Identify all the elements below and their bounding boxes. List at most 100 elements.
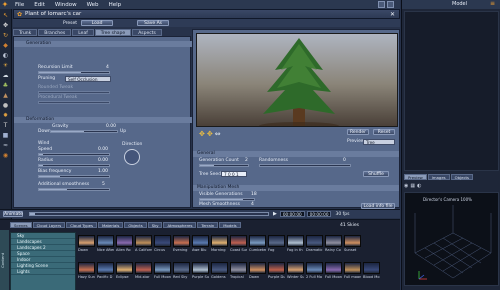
sky-thumbnail[interactable] — [116, 235, 133, 247]
tab-leaf[interactable]: Leaf — [72, 29, 94, 36]
primitive-tool-icon[interactable]: ■ — [1, 131, 10, 140]
camera-preview[interactable]: Director's Camera 100% — [404, 192, 499, 286]
close-icon[interactable]: ✕ — [390, 11, 395, 18]
play-icon[interactable]: ▶ — [273, 211, 277, 217]
pruning-dropdown[interactable]: Self Occlusion — [65, 76, 111, 82]
tab-tree-shape[interactable]: Tree shape — [94, 29, 132, 36]
sky-thumbnail[interactable] — [173, 262, 190, 274]
browser-tab-cloud-layers[interactable]: Cloud Layers — [32, 222, 66, 228]
save-as-button[interactable]: Save As — [137, 20, 170, 26]
minimize-button[interactable] — [378, 1, 385, 8]
tab-objects[interactable]: Objects — [450, 174, 474, 180]
direction-dial[interactable] — [124, 149, 140, 165]
browser-tab-sky[interactable]: Sky — [147, 222, 163, 228]
menu-help[interactable]: Help — [104, 2, 127, 8]
terrain-tool-icon[interactable]: ▲ — [1, 91, 10, 100]
tab-preview[interactable]: Preview — [404, 174, 427, 180]
orbit-icon[interactable]: ✥ — [199, 130, 205, 138]
sky-thumbnail[interactable] — [154, 262, 171, 274]
select-tool-icon[interactable]: ↖ — [1, 11, 10, 20]
view-icon[interactable]: ◐ — [417, 183, 421, 189]
zoom-icon[interactable]: ⇔ — [215, 130, 221, 138]
camera-tool-icon[interactable]: ◐ — [1, 51, 10, 60]
sky-thumbnail[interactable] — [325, 235, 342, 247]
animate-button[interactable]: Animate — [3, 211, 23, 217]
randomness-slider[interactable] — [259, 164, 351, 167]
sky-thumbnail[interactable] — [78, 262, 95, 274]
browser-side-handle[interactable]: Content — [0, 230, 9, 290]
sky-thumbnail[interactable] — [249, 262, 266, 274]
menu-edit[interactable]: Edit — [29, 2, 50, 8]
sky-thumbnail[interactable] — [97, 235, 114, 247]
sky-thumbnail[interactable] — [192, 235, 209, 247]
visible-generations-slider[interactable] — [199, 198, 255, 201]
time-start-field[interactable]: 00:00:00 — [279, 211, 305, 217]
cloud-tool-icon[interactable]: ☁ — [1, 71, 10, 80]
light-tool-icon[interactable]: ✸ — [1, 111, 10, 120]
preview-mode-dropdown[interactable]: Tree — [363, 139, 395, 145]
maximize-button[interactable] — [387, 1, 394, 8]
timeline-scrubber[interactable] — [29, 212, 269, 216]
additional-smoothness-slider[interactable] — [38, 188, 110, 191]
generation-count-slider[interactable] — [199, 164, 249, 167]
gravity-slider[interactable] — [50, 130, 118, 133]
tab-trunk[interactable]: Trunk — [13, 29, 38, 36]
recursion-slider[interactable] — [38, 71, 110, 74]
sky-thumbnail[interactable] — [211, 262, 228, 274]
text-tool-icon[interactable]: T — [1, 121, 10, 130]
browser-tab-models[interactable]: Models — [219, 222, 241, 228]
sky-thumbnail[interactable] — [116, 262, 133, 274]
browser-tab-objects[interactable]: Objects — [124, 222, 147, 228]
menu-window[interactable]: Window — [50, 2, 82, 8]
sky-thumbnail[interactable] — [344, 235, 361, 247]
menu-web[interactable]: Web — [82, 2, 104, 8]
sky-thumbnail[interactable] — [306, 262, 323, 274]
grid-icon[interactable]: ▦ — [410, 183, 415, 189]
tree-seed-input[interactable]: 7 0 0 1 — [221, 171, 247, 177]
tab-branches[interactable]: Branches — [38, 29, 72, 36]
object-list[interactable] — [404, 11, 499, 171]
sky-thumbnail[interactable] — [154, 235, 171, 247]
sky-thumbnail[interactable] — [363, 262, 380, 274]
load-preset-button[interactable]: Load — [81, 20, 114, 26]
sky-thumbnail[interactable] — [268, 235, 285, 247]
sky-thumbnail[interactable] — [173, 235, 190, 247]
radius-slider[interactable] — [38, 164, 110, 167]
pan-icon[interactable]: ✥ — [207, 130, 213, 138]
browser-tab-cloud-types[interactable]: Cloud Types — [66, 222, 97, 228]
sun-tool-icon[interactable]: ☀ — [1, 61, 10, 70]
procedural-tweak-slider[interactable] — [38, 101, 110, 104]
category-item[interactable]: Lights — [11, 269, 75, 275]
shuffle-button[interactable]: Shuffle — [363, 171, 389, 177]
sky-thumbnail[interactable] — [249, 235, 266, 247]
sky-thumbnail[interactable] — [97, 262, 114, 274]
rock-tool-icon[interactable]: ● — [1, 101, 10, 110]
browser-tab-terrain[interactable]: Terrain — [197, 222, 219, 228]
sky-thumbnail[interactable] — [211, 235, 228, 247]
sky-thumbnail[interactable] — [192, 262, 209, 274]
sky-thumbnail[interactable] — [344, 262, 361, 274]
material-tool-icon[interactable]: ◉ — [1, 151, 10, 160]
sky-thumbnail[interactable] — [287, 235, 304, 247]
sky-thumbnail[interactable] — [230, 262, 247, 274]
sky-thumbnail[interactable] — [268, 262, 285, 274]
sky-thumbnail[interactable] — [135, 262, 152, 274]
sky-thumbnail[interactable] — [325, 262, 342, 274]
sky-thumbnail[interactable] — [78, 235, 95, 247]
rounded-tweak-slider[interactable] — [38, 91, 110, 94]
tab-images[interactable]: Images — [427, 174, 450, 180]
rotate-tool-icon[interactable]: ↻ — [1, 31, 10, 40]
camera-icon[interactable]: ◉ — [404, 183, 408, 189]
sky-thumbnail[interactable] — [287, 262, 304, 274]
sky-thumbnail[interactable] — [230, 235, 247, 247]
sky-thumbnail[interactable] — [306, 235, 323, 247]
plant-tool-icon[interactable]: ♣ — [1, 81, 10, 90]
tree-preview-viewport[interactable] — [196, 33, 398, 127]
sky-thumbnail[interactable] — [135, 235, 152, 247]
browser-tab-materials[interactable]: Materials — [97, 222, 124, 228]
scale-tool-icon[interactable]: ◆ — [1, 41, 10, 50]
render-button[interactable]: Render — [347, 129, 369, 135]
time-end-field[interactable]: 00:00:00 — [306, 211, 332, 217]
bias-frequency-slider[interactable] — [38, 175, 110, 178]
menu-file[interactable]: File — [10, 2, 29, 8]
